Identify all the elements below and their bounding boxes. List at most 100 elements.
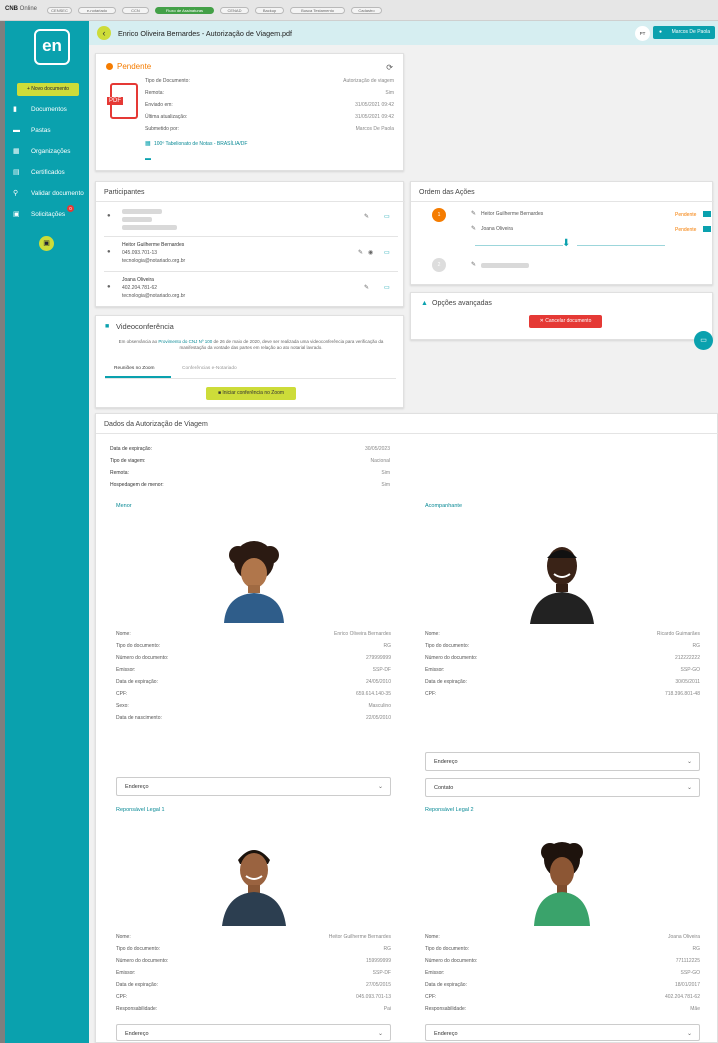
companion-photo [526,540,598,624]
field-value: Marcos De Paola [355,126,394,132]
advanced-options-title[interactable]: Opções avançadas [432,300,492,307]
topbar-chip[interactable]: Backup [255,7,284,14]
eye-icon[interactable]: ◉ [368,249,373,256]
participants-title: Participantes [104,189,145,196]
topbar-chip[interactable]: e-notariado [78,7,116,14]
field-label: Nome: [116,631,131,637]
sidebar-item-validate[interactable]: ⚲ Validar documento [11,189,87,201]
redacted-name [122,209,162,214]
field-label: Nome: [116,934,131,940]
page-title: Enrico Oliveira Bernardes - Autorização … [118,29,293,38]
field-value: Masculino [368,703,391,709]
topbar-chip[interactable]: CENSEC [47,7,72,14]
field-label: Tipo do documento: [425,643,470,649]
edit-icon[interactable]: ✎ [364,284,369,291]
field-value: 24/05/2010 [365,679,391,685]
topbar-chip[interactable]: CCN [122,7,149,14]
video-icon: ■ [105,323,110,330]
participant-doc: 045.093.701-13 [122,250,158,256]
requests-icon: ▣ [13,211,20,218]
field-value: Autorização de viagem [343,78,394,84]
field-value: RG [383,643,392,649]
redacted-email [122,225,177,230]
edit-icon[interactable]: ✎ [364,213,369,220]
companion-contact-dropdown[interactable]: Contato ⌄ [425,778,700,797]
monitor-icon[interactable]: ▭ [384,213,390,220]
back-button[interactable]: ‹ [97,26,111,40]
actions-order-title: Ordem das Ações [419,189,475,196]
field-value: 30/05/2011 [675,679,700,685]
mail-icon[interactable] [703,226,711,232]
field-value: 659.614.140-35 [355,691,391,697]
app-logo[interactable]: en [34,29,70,65]
companion-address-dropdown[interactable]: Endereço ⌄ [425,752,700,771]
guardian2-address-dropdown[interactable]: Endereço ⌄ [425,1024,700,1041]
monitor-icon[interactable]: ▭ [384,284,390,291]
field-value: 279999999 [365,655,391,661]
field-label: CPF: [425,691,437,697]
person-icon: ● [107,249,111,255]
field-value: 18/01/2017 [674,982,700,988]
topbar-chip[interactable]: Busca Testamento [290,7,345,14]
order-step-2: 2 [432,258,446,272]
tab-enotariado[interactable]: Conferências e-Notariado [182,366,237,371]
chevron-down-icon: ⌄ [686,1031,692,1037]
edit-icon[interactable]: ✎ [358,249,363,256]
field-value: 22/05/2010 [365,715,391,721]
participant-name: Heitor Guilherme Bernardes [122,242,185,248]
brand: CNB Online [5,6,38,12]
user-menu-button[interactable]: ● Marcos De Paola [653,26,715,39]
sidebar-item-folders[interactable]: ▬ Pastas [11,126,87,138]
new-document-button[interactable]: + Novo documento [17,83,79,96]
participant-email: tecnologia@notariado.org.br [122,293,186,299]
chat-icon[interactable]: ▭ [694,331,713,350]
monitor-icon[interactable]: ▭ [384,249,390,256]
user-icon: ● [659,29,663,35]
office-icon: ▦ [145,141,151,147]
quick-action-icon[interactable]: ▣ [39,236,54,251]
refresh-icon[interactable]: ⟳ [386,63,393,72]
status-label: Pendente [106,62,151,71]
notary-office-link[interactable]: 100º Tabelionato de Notas - BRASÍLIA/DF [154,141,247,147]
topbar-chip[interactable]: CENAD [220,7,249,14]
signature-icon: ✎ [471,226,477,232]
person-icon: ● [107,284,111,290]
folder-add-icon[interactable]: ▬ [145,156,151,162]
field-value: Ricardo Guimarães [656,631,700,637]
minor-heading: Menor [116,503,132,509]
redacted-doc [122,217,152,222]
minor-address-dropdown[interactable]: Endereço ⌄ [116,777,391,796]
pdf-icon[interactable]: PDF [107,83,138,119]
field-value: Nacional [370,458,390,464]
field-value: SSP-DF [372,667,391,673]
requests-badge: 0 [67,205,74,212]
field-value: Sim [385,90,394,96]
field-label: Data de expiração: [116,982,158,988]
field-label: Tipo de Documento: [145,78,190,84]
mail-icon[interactable] [703,211,711,217]
field-value: RG [383,946,392,952]
sidebar-item-requests[interactable]: ▣ Solicitações 0 [11,205,87,222]
videoconference-title: Videoconferência [116,322,174,331]
tab-zoom[interactable]: Reuniões no Zoom [114,366,155,371]
redacted-signer [481,263,529,268]
field-label: Última atualização: [145,114,188,120]
language-button[interactable]: PT [635,26,650,41]
topbar-chip-active[interactable]: Fluxo de Assinaturas [155,7,214,14]
sidebar-item-certificates[interactable]: ▤ Certificados [11,168,87,180]
field-label: Emissor: [425,667,445,673]
field-value: Sim [381,482,390,488]
start-zoom-button[interactable]: ■ Iniciar conferência no Zoom [206,387,296,400]
guardian1-address-dropdown[interactable]: Endereço ⌄ [116,1024,391,1041]
field-value: 402.204.781-62 [664,994,700,1000]
field-value: Heitor Guilherme Bernardes [328,934,391,940]
field-label: Emissor: [116,667,136,673]
document-status-card: Pendente ⟳ PDF Tipo de Documento: Autori… [95,53,404,171]
field-value: 045.093.701-13 [355,994,391,1000]
provision-link[interactable]: Provimento do CNJ Nº 100 [158,339,212,344]
topbar-chip[interactable]: Cadastro [351,7,382,14]
cancel-document-button[interactable]: ✕ Cancelar documento [529,315,602,328]
field-label: Data de expiração: [425,679,467,685]
sidebar-item-documents[interactable]: ▮ Documentos [11,105,87,117]
sidebar-item-organizations[interactable]: ▦ Organizações [11,147,87,159]
